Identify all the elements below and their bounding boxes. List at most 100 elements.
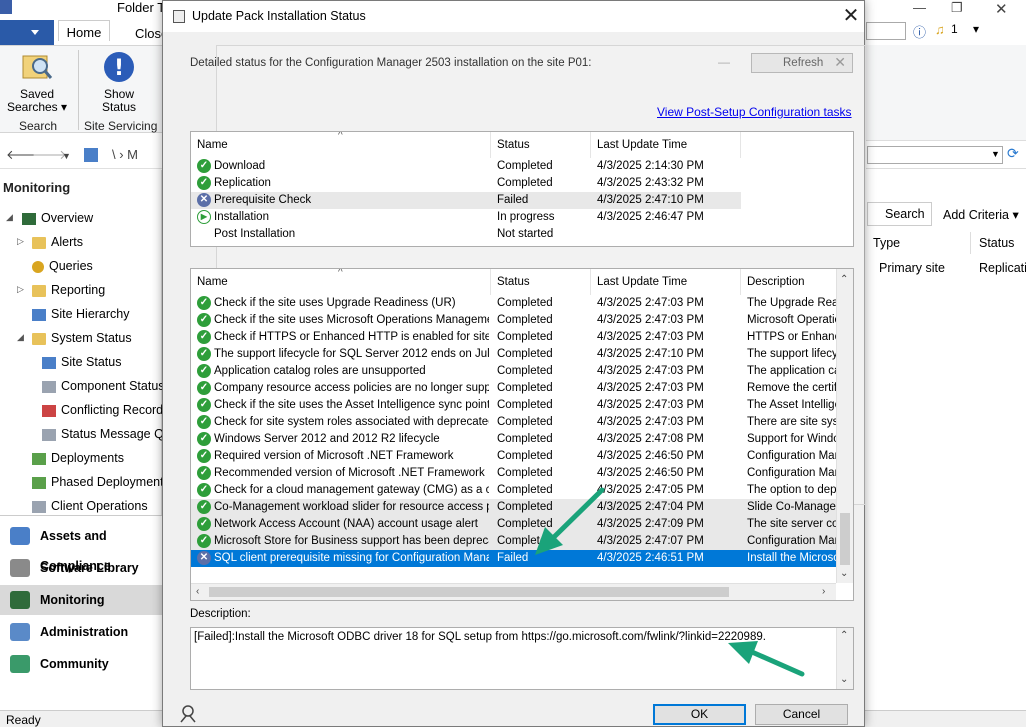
tree-item-status-message-queries[interactable]: Status Message Qu bbox=[42, 423, 171, 445]
description-box[interactable]: [Failed]:Install the Microsoft ODBC driv… bbox=[190, 627, 854, 690]
horizontal-scrollbar[interactable]: ‹ › bbox=[191, 583, 836, 600]
window-close-icon[interactable]: ✕ bbox=[995, 0, 1008, 18]
tree-item-system-status[interactable]: System Status bbox=[32, 327, 132, 349]
collapse-arrow-icon[interactable]: ▷ bbox=[17, 236, 24, 247]
column-header-name[interactable]: Name bbox=[191, 269, 491, 295]
file-menu-button[interactable] bbox=[0, 20, 54, 45]
tree-item-phased-deployments[interactable]: Phased Deployments bbox=[32, 471, 170, 493]
column-header-status[interactable]: Status bbox=[491, 269, 591, 295]
scroll-up-icon[interactable]: ⌃ bbox=[840, 630, 848, 641]
table-row[interactable]: ✓ Microsoft Store for Business support ha… bbox=[191, 533, 837, 550]
tab-home[interactable]: Home bbox=[58, 20, 110, 41]
console-search-box[interactable] bbox=[866, 22, 906, 40]
saved-searches-button[interactable]: Saved Searches ▾ bbox=[4, 46, 70, 114]
table-row[interactable]: ✓ Required version of Microsoft .NET Fram… bbox=[191, 448, 837, 465]
restore-icon[interactable]: ❐ bbox=[951, 0, 963, 16]
table-row[interactable]: ✓ Check if the site uses Microsoft Operat… bbox=[191, 312, 837, 329]
cancel-button[interactable]: Cancel bbox=[755, 704, 848, 725]
table-row[interactable]: ✓ Replication Completed 4/3/2025 2:43:32 PM bbox=[191, 175, 741, 192]
table-row[interactable]: ▶ Installation In progress 4/3/2025 2:46:47… bbox=[191, 209, 741, 226]
workspace-assets-and-compliance[interactable]: Assets and Compliance bbox=[0, 521, 162, 573]
row-status: Replicating bbox=[979, 261, 1026, 275]
workspace-monitoring[interactable]: Monitoring bbox=[0, 585, 162, 615]
table-row[interactable]: ✓ Check for site system roles associated … bbox=[191, 414, 837, 431]
vertical-scrollbar[interactable]: ⌃ ⌄ bbox=[836, 269, 853, 583]
column-header-description[interactable]: Description bbox=[741, 269, 841, 295]
table-row[interactable]: ✓ Windows Server 2012 and 2012 R2 lifecyc… bbox=[191, 431, 837, 448]
column-header-status[interactable]: Status bbox=[971, 232, 1026, 254]
refresh-icon[interactable]: ⟳ bbox=[1007, 145, 1019, 162]
view-post-setup-link[interactable]: View Post-Setup Configuration tasks bbox=[657, 105, 852, 119]
dialog-close-icon[interactable]: ✕ bbox=[839, 4, 863, 28]
table-row[interactable]: ✓ Network Access Account (NAA) account us… bbox=[191, 516, 837, 533]
scroll-down-icon[interactable]: ⌄ bbox=[840, 568, 848, 579]
tree-item-conflicting-records[interactable]: Conflicting Records bbox=[42, 399, 169, 421]
table-row[interactable]: ✓ Recommended version of Microsoft .NET F… bbox=[191, 465, 837, 482]
scroll-left-icon[interactable]: ‹ bbox=[196, 586, 199, 597]
workspace-administration[interactable]: Administration bbox=[0, 617, 162, 647]
column-header-type[interactable]: Type bbox=[865, 232, 971, 254]
scroll-up-icon[interactable]: ⌃ bbox=[840, 274, 848, 285]
table-row[interactable]: ✓ Check for a cloud management gateway (C… bbox=[191, 482, 837, 499]
table-row[interactable]: ✓ Check if HTTPS or Enhanced HTTP is enab… bbox=[191, 329, 837, 346]
tree-item-component-status[interactable]: Component Status bbox=[42, 375, 165, 397]
notification-icon[interactable]: ♫ bbox=[935, 22, 945, 37]
address-box[interactable] bbox=[867, 146, 1003, 164]
show-status-button[interactable]: ! Show Status bbox=[88, 46, 150, 114]
address-path[interactable]: \ › M bbox=[112, 147, 138, 162]
cell-desc: The Upgrade Read bbox=[747, 297, 837, 309]
table-row[interactable]: ✓ Co-Management workload slider for resou… bbox=[191, 499, 837, 516]
tree-item-overview[interactable]: Overview bbox=[22, 207, 93, 229]
tree-item-site-hierarchy[interactable]: Site Hierarchy bbox=[32, 303, 130, 325]
ok-button[interactable]: OK bbox=[653, 704, 746, 725]
tree-item-alerts[interactable]: Alerts bbox=[32, 231, 83, 253]
history-dropdown-icon[interactable]: ▼ bbox=[62, 151, 71, 161]
collapse-arrow-icon[interactable]: ▷ bbox=[17, 284, 24, 295]
cell-status: Completed bbox=[497, 501, 553, 513]
tree-item-reporting[interactable]: Reporting bbox=[32, 279, 105, 301]
tree-item-client-operations[interactable]: Client Operations bbox=[32, 495, 148, 517]
search-button[interactable]: Search bbox=[867, 202, 932, 226]
table-row[interactable]: ✓ Check if the site uses the Asset Intell… bbox=[191, 397, 837, 414]
description-scrollbar[interactable]: ⌃ ⌄ bbox=[836, 628, 853, 689]
table-row[interactable]: ✓ Download Completed 4/3/2025 2:14:30 PM bbox=[191, 158, 741, 175]
cell-time: 4/3/2025 2:47:08 PM bbox=[597, 433, 704, 445]
table-row[interactable]: Post Installation Not started bbox=[191, 226, 741, 243]
cell-name: The support lifecycle for SQL Server 201… bbox=[214, 348, 489, 360]
table-row[interactable]: ✕ SQL client prerequisite missing for Con… bbox=[191, 550, 837, 567]
add-criteria-button[interactable]: Add Criteria ▾ bbox=[943, 207, 1019, 222]
tree-item-deployments[interactable]: Deployments bbox=[32, 447, 124, 469]
list-row[interactable]: Primary site Replicating bbox=[865, 258, 1026, 278]
expand-arrow-icon[interactable]: ◢ bbox=[17, 332, 24, 343]
table-row[interactable]: ✓ The support lifecycle for SQL Server 20… bbox=[191, 346, 837, 363]
saved-searches-icon bbox=[20, 50, 54, 84]
completed-check-icon: ✓ bbox=[197, 381, 211, 395]
help-icon[interactable]: ⓘ bbox=[913, 22, 926, 41]
scroll-right-icon[interactable]: › bbox=[822, 586, 825, 597]
cell-name: Network Access Account (NAA) account usa… bbox=[214, 518, 478, 530]
column-header-status[interactable]: Status bbox=[491, 132, 591, 158]
scroll-down-icon[interactable]: ⌄ bbox=[840, 674, 848, 685]
table-row[interactable]: ✕ Prerequisite Check Failed 4/3/2025 2:47:1… bbox=[191, 192, 741, 209]
column-header-name[interactable]: Name bbox=[191, 132, 491, 158]
workspace-community[interactable]: Community bbox=[0, 649, 162, 679]
tree-item-site-status[interactable]: Site Status bbox=[42, 351, 121, 373]
user-dropdown-icon[interactable]: ▾ bbox=[973, 22, 979, 36]
ribbon-group-separator bbox=[78, 50, 79, 130]
minimize-icon[interactable]: — bbox=[913, 0, 926, 15]
column-header-last-update[interactable]: Last Update Time bbox=[591, 132, 741, 158]
table-row[interactable]: ✓ Company resource access policies are no… bbox=[191, 380, 837, 397]
table-row[interactable]: ✓ Application catalog roles are unsupport… bbox=[191, 363, 837, 380]
ribbon-group-site-servicing: Site Servicing bbox=[84, 119, 158, 133]
table-row[interactable]: ✓ Check if the site uses Upgrade Readines… bbox=[191, 295, 837, 312]
refresh-button[interactable]: Refresh ✕ bbox=[751, 53, 853, 73]
cell-time: 4/3/2025 2:47:09 PM bbox=[597, 518, 704, 530]
column-header-last-update[interactable]: Last Update Time bbox=[591, 269, 741, 295]
vertical-scroll-thumb[interactable] bbox=[840, 513, 850, 565]
horizontal-scroll-thumb[interactable] bbox=[209, 587, 729, 597]
workspace-software-library[interactable]: Software Library bbox=[0, 553, 162, 583]
address-dropdown-icon[interactable]: ▼ bbox=[991, 149, 1000, 159]
tree-item-queries[interactable]: Queries bbox=[32, 255, 93, 277]
completed-check-icon: ✓ bbox=[197, 313, 211, 327]
expand-arrow-icon[interactable]: ◢ bbox=[6, 212, 13, 223]
